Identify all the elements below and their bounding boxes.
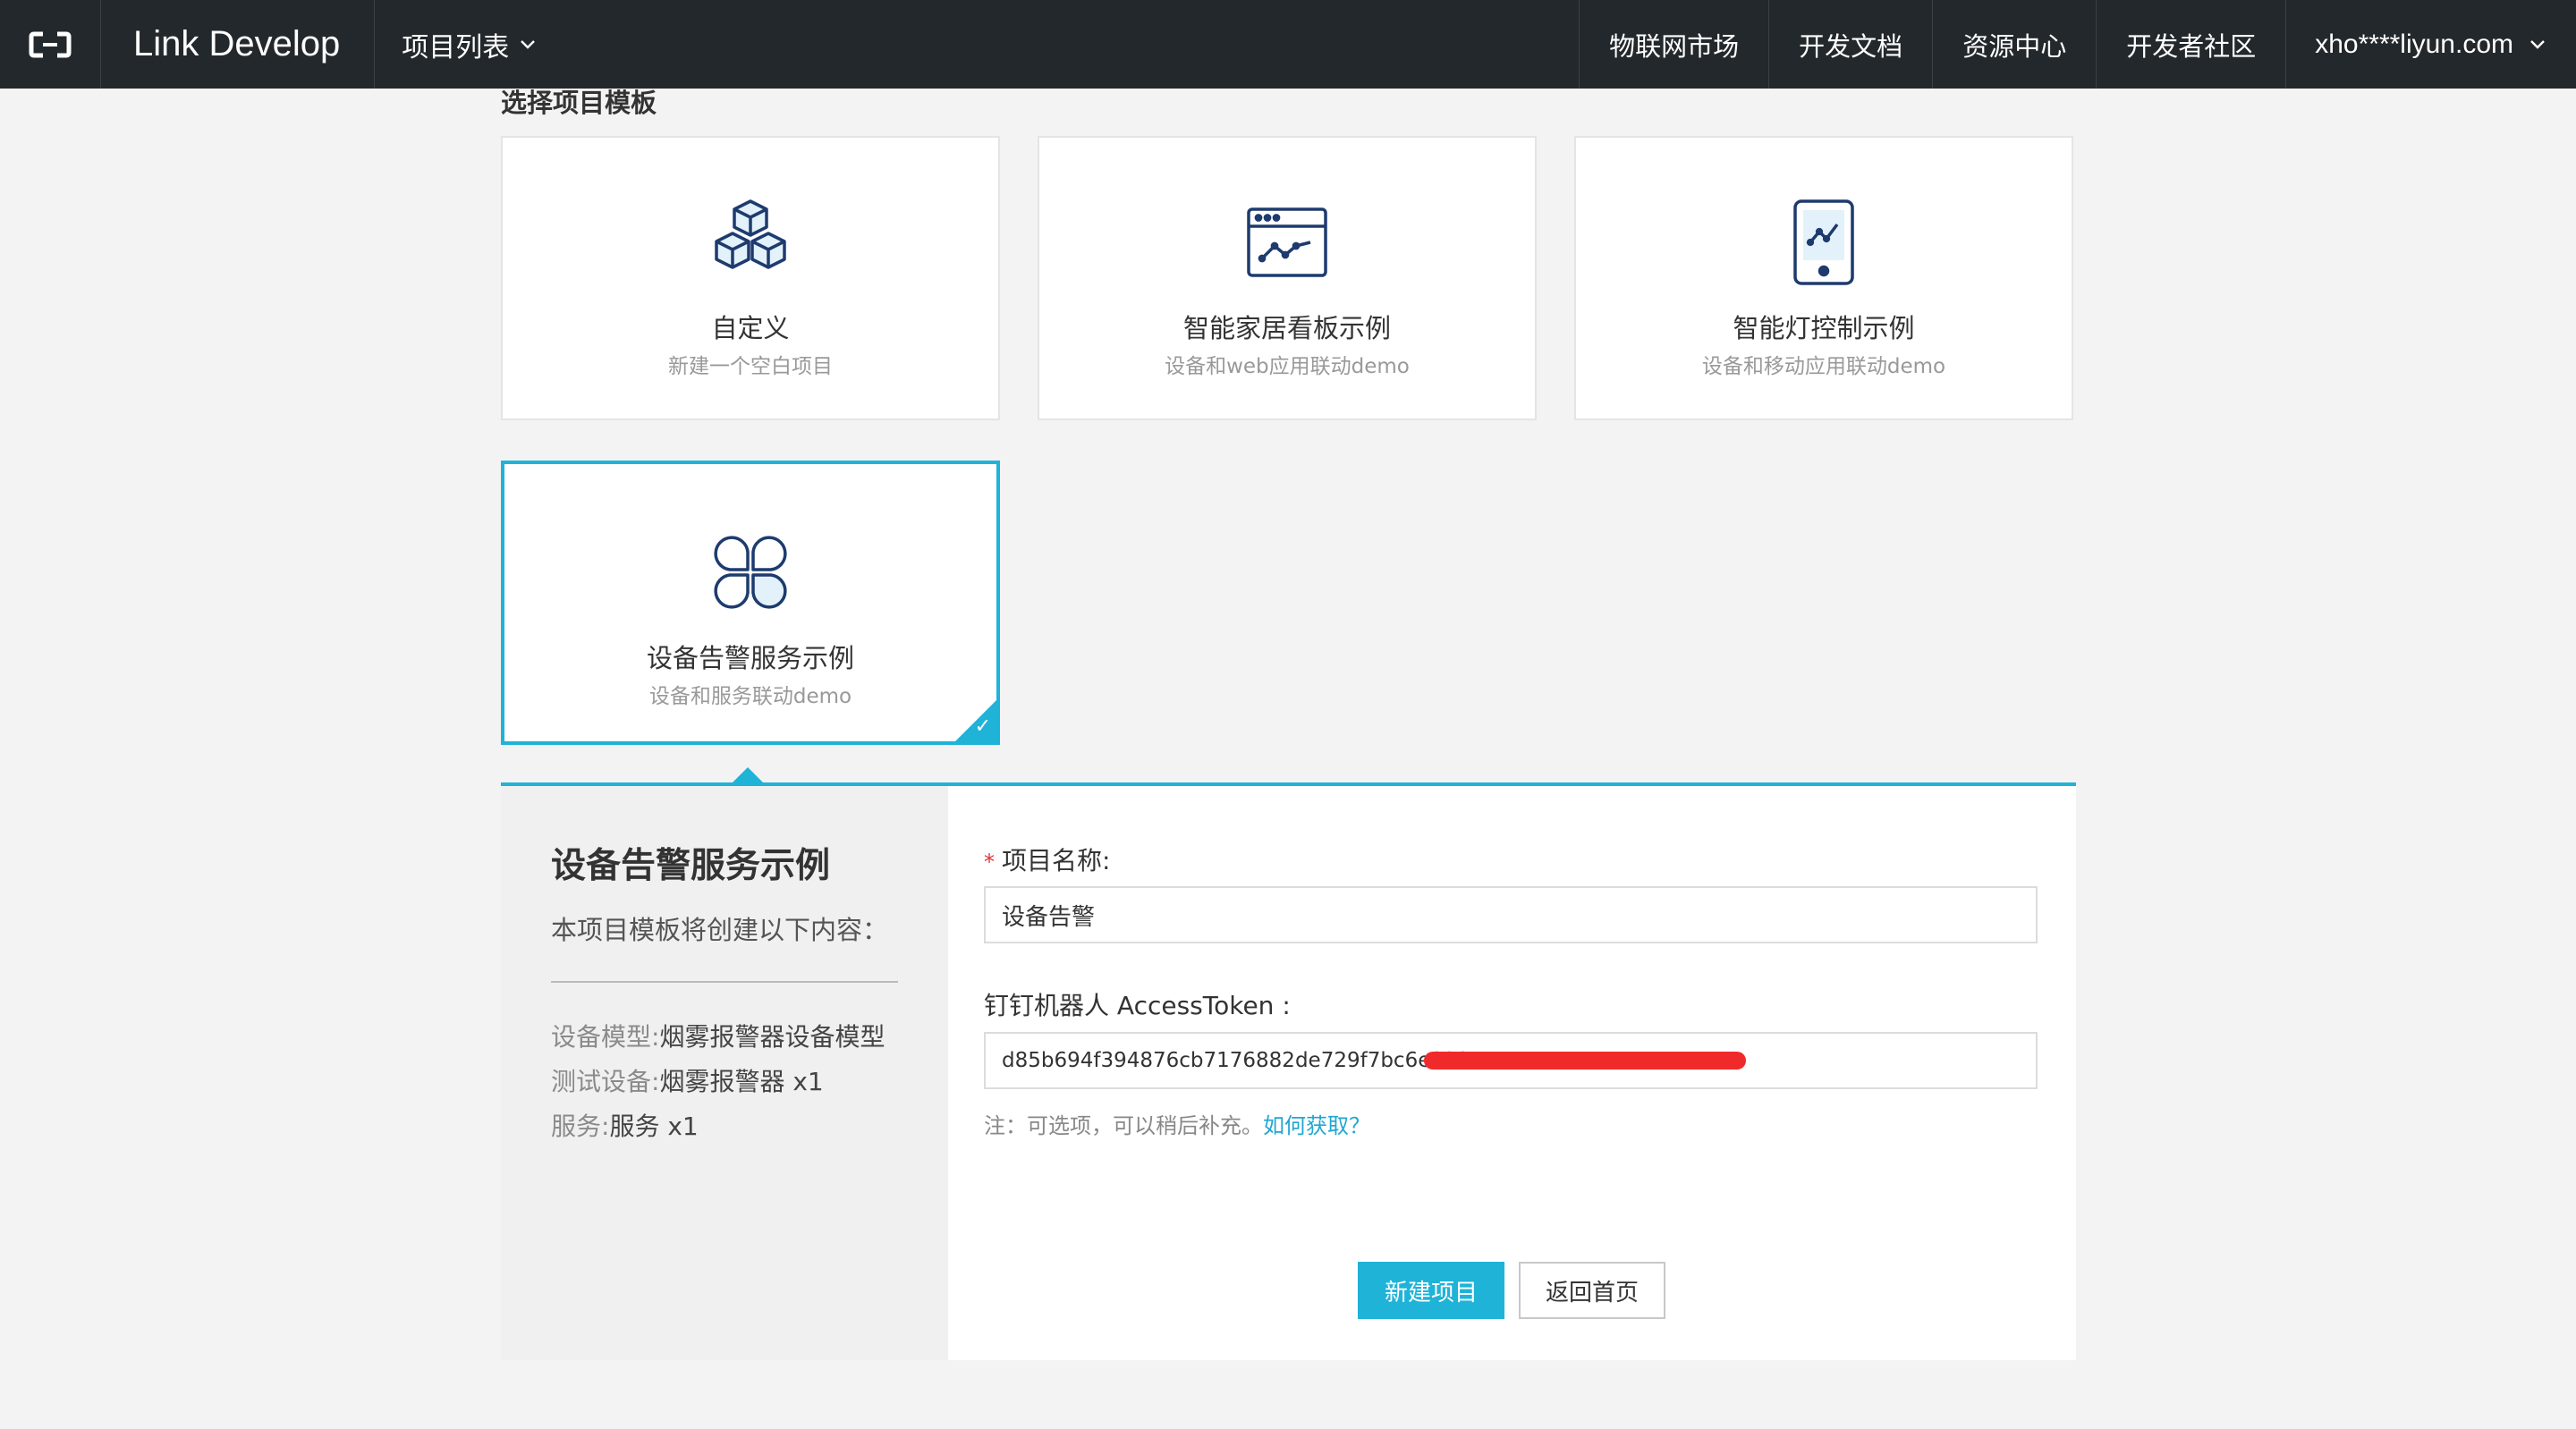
token-note: 注：可选项，可以稍后补充。如何获取？ — [984, 1113, 1370, 1138]
section-title: 选择项目模板 — [501, 88, 657, 118]
logo[interactable] — [0, 0, 101, 89]
nav-dev-docs[interactable]: 开发文档 — [1768, 0, 1932, 89]
redaction-mark — [1424, 1052, 1746, 1070]
project-list-label: 项目列表 — [402, 31, 510, 63]
chevron-down-icon — [521, 39, 536, 49]
nav-iot-market[interactable]: 物联网市场 — [1579, 0, 1768, 89]
project-name-value: 设备告警 — [1002, 903, 1096, 931]
top-nav-bar: Link Develop 项目列表 物联网市场 开发文档 资源中心 开发者社区 … — [0, 0, 2576, 89]
how-to-get-link[interactable]: 如何获取？ — [1263, 1113, 1370, 1138]
brand-name[interactable]: Link Develop — [101, 0, 376, 89]
template-title: 自定义 — [711, 313, 790, 343]
summary-item-device-model: 设备模型:烟雾报警器设备模型 — [551, 1022, 886, 1052]
required-mark: * — [984, 850, 995, 875]
project-name-label: * 项目名称: — [984, 846, 1111, 875]
template-subtitle: 设备和移动应用联动demo — [1701, 355, 1946, 378]
back-home-button[interactable]: 返回首页 — [1519, 1262, 1665, 1319]
summary-list: 设备模型:烟雾报警器设备模型 测试设备:烟雾报警器 x1 服务:服务 x1 — [551, 1015, 898, 1149]
project-list-dropdown[interactable]: 项目列表 — [375, 0, 563, 89]
summary-divider — [551, 981, 898, 983]
template-summary: 设备告警服务示例 本项目模板将创建以下内容： 设备模型:烟雾报警器设备模型 测试… — [501, 786, 948, 1360]
template-title: 智能灯控制示例 — [1733, 313, 1915, 343]
template-subtitle: 设备和服务联动demo — [648, 685, 852, 708]
cubes-icon — [701, 193, 800, 292]
user-name: xho****liyun.com — [2315, 29, 2513, 59]
user-account-menu[interactable]: xho****liyun.com — [2285, 0, 2576, 89]
summary-description: 本项目模板将创建以下内容： — [551, 915, 889, 945]
dashboard-browser-icon — [1238, 193, 1336, 292]
clover-icon — [701, 523, 800, 621]
summary-item-test-device: 测试设备:烟雾报警器 x1 — [551, 1067, 824, 1096]
access-token-value: d85b694f394876cb7176882de729f7bc6e329 — [1002, 1049, 1470, 1072]
chevron-down-icon — [2530, 39, 2545, 49]
nav-dev-community[interactable]: 开发者社区 — [2096, 0, 2285, 89]
template-card-device-alarm-service[interactable]: 设备告警服务示例 设备和服务联动demo ✓ — [501, 461, 1000, 745]
project-name-input[interactable]: 设备告警 — [984, 886, 2038, 943]
template-title: 智能家居看板示例 — [1182, 313, 1391, 343]
summary-title: 设备告警服务示例 — [551, 846, 831, 886]
checkmark-icon: ✓ — [974, 715, 991, 738]
template-detail-panel: 设备告警服务示例 本项目模板将创建以下内容： 设备模型:烟雾报警器设备模型 测试… — [501, 782, 2076, 1360]
template-card-smart-home-dashboard[interactable]: 智能家居看板示例 设备和web应用联动demo — [1038, 136, 1537, 420]
template-card-custom[interactable]: 自定义 新建一个空白项目 — [501, 136, 1000, 420]
access-token-label: 钉钉机器人 AccessToken : — [984, 991, 1291, 1020]
template-subtitle: 设备和web应用联动demo — [1165, 355, 1410, 378]
aliyun-logo-icon — [29, 31, 72, 57]
template-card-smart-light-control[interactable]: 智能灯控制示例 设备和移动应用联动demo — [1574, 136, 2073, 420]
template-title: 设备告警服务示例 — [646, 643, 854, 673]
summary-item-service: 服务:服务 x1 — [551, 1112, 699, 1141]
mobile-chart-icon — [1775, 193, 1873, 292]
access-token-input[interactable]: d85b694f394876cb7176882de729f7bc6e329 — [984, 1032, 2038, 1089]
template-subtitle: 新建一个空白项目 — [668, 355, 833, 378]
panel-pointer-arrow — [732, 767, 764, 783]
create-project-button[interactable]: 新建项目 — [1358, 1262, 1504, 1319]
project-form: * 项目名称: 设备告警 钉钉机器人 AccessToken : d85b694f… — [948, 786, 2076, 1360]
nav-resource-center[interactable]: 资源中心 — [1932, 0, 2096, 89]
